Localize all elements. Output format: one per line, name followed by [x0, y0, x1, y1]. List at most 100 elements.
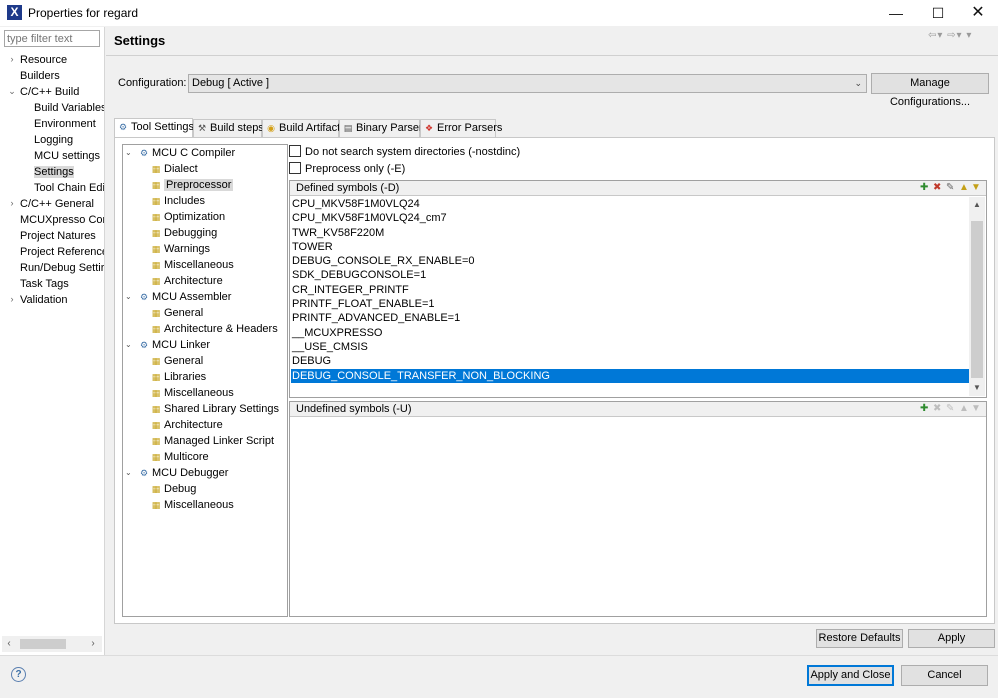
tab-build-artifact[interactable]: ◉ Build Artifact — [262, 119, 340, 137]
tree-item-label: MCU Assembler — [152, 291, 232, 303]
nostdinc-checkbox[interactable]: Do not search system directories (-nostd… — [289, 145, 520, 159]
checkbox-box[interactable] — [289, 162, 301, 174]
collapse-icon[interactable]: ⌄ — [125, 145, 132, 161]
nav-item-builders[interactable]: Builders — [20, 68, 104, 84]
maximize-button[interactable]: ☐ — [918, 0, 958, 26]
tree-item[interactable]: ▦ General — [151, 305, 203, 321]
nav-item-resource[interactable]: Resource — [20, 52, 104, 68]
tree-item[interactable]: ▦ Miscellaneous — [151, 497, 234, 513]
symbol-list-item[interactable]: CPU_MKV58F1M0VLQ24_cm7 — [291, 211, 969, 225]
chevron-down-icon[interactable]: ⌄ — [7, 86, 17, 97]
close-button[interactable]: ✕ — [958, 0, 998, 26]
scrollbar-thumb[interactable] — [20, 639, 66, 649]
defined-symbols-list[interactable]: CPU_MKV58F1M0VLQ24 CPU_MKV58F1M0VLQ24_cm7… — [291, 197, 969, 396]
error-icon: ❖ — [424, 123, 434, 133]
tree-item[interactable]: ▦ Debug — [151, 481, 197, 497]
nav-item-run-debug-settir[interactable]: Run/Debug Settir — [20, 260, 104, 276]
nav-item-task-tags[interactable]: Task Tags — [20, 276, 104, 292]
tree-item[interactable]: ▦ Miscellaneous — [151, 257, 234, 273]
restore-defaults-button[interactable]: Restore Defaults — [816, 629, 903, 648]
nav-horizontal-scrollbar[interactable]: ‹ › — [2, 636, 102, 652]
tree-item[interactable]: ▦ Architecture & Headers — [151, 321, 278, 337]
symbol-list-item[interactable]: CR_INTEGER_PRINTF — [291, 283, 969, 297]
chevron-right-icon[interactable]: › — [7, 198, 17, 208]
tree-item[interactable]: ▦ Managed Linker Script — [151, 433, 274, 449]
symbol-list-item[interactable]: DEBUG — [291, 354, 969, 368]
nav-item-c-c-build[interactable]: C/C++ Build — [20, 84, 104, 100]
add-icon[interactable]: ✚ — [920, 182, 928, 193]
configuration-select[interactable]: Debug [ Active ] ⌄ — [188, 74, 867, 93]
cancel-button[interactable]: Cancel — [901, 665, 988, 686]
filter-input[interactable] — [4, 30, 100, 47]
page-icon: ▦ — [151, 276, 161, 286]
help-icon[interactable]: ? — [11, 667, 26, 682]
tree-item[interactable]: ▦ General — [151, 353, 203, 369]
page-icon: ▦ — [151, 420, 161, 430]
tree-item[interactable]: ▦ Architecture — [151, 273, 223, 289]
scroll-down-icon[interactable]: ▼ — [969, 380, 985, 396]
page-title: Settings — [114, 33, 166, 48]
add-icon[interactable]: ✚ — [920, 403, 928, 414]
scroll-left-icon[interactable]: ‹ — [2, 636, 16, 652]
tree-item-preprocessor[interactable]: ▦ Preprocessor — [151, 177, 234, 193]
apply-and-close-button[interactable]: Apply and Close — [807, 665, 894, 686]
tree-item[interactable]: ▦ Miscellaneous — [151, 385, 234, 401]
nav-item-environment[interactable]: Environment — [34, 116, 104, 132]
chevron-right-icon[interactable]: › — [7, 294, 17, 304]
tree-item[interactable]: ▦ Libraries — [151, 369, 206, 385]
defined-symbols-scrollbar[interactable]: ▲ ▼ — [969, 197, 985, 396]
preprocess-only-checkbox[interactable]: Preprocess only (-E) — [289, 162, 405, 176]
symbol-list-item[interactable]: DEBUG_CONSOLE_RX_ENABLE=0 — [291, 254, 969, 268]
nav-item-project-reference[interactable]: Project Reference — [20, 244, 104, 260]
delete-icon[interactable]: ✖ — [933, 182, 941, 193]
tab-binary-parsers[interactable]: ▤ Binary Parsers — [339, 119, 428, 137]
symbol-list-item[interactable]: __USE_CMSIS — [291, 340, 969, 354]
nav-item-mcuxpresso-cor[interactable]: MCUXpresso Cor — [20, 212, 104, 228]
tree-item[interactable]: ▦ Optimization — [151, 209, 225, 225]
manage-configurations-button[interactable]: Manage Configurations... — [871, 73, 989, 108]
tree-item[interactable]: ▦ Includes — [151, 193, 205, 209]
nav-item-settings[interactable]: Settings — [34, 164, 104, 180]
symbol-list-item[interactable]: CPU_MKV58F1M0VLQ24 — [291, 197, 969, 211]
scroll-up-icon[interactable]: ▲ — [969, 197, 985, 213]
minimize-button[interactable]: — — [876, 0, 916, 26]
collapse-icon[interactable]: ⌄ — [125, 337, 132, 353]
nav-item-project-natures[interactable]: Project Natures — [20, 228, 104, 244]
move-down-icon[interactable]: ▼ — [971, 182, 981, 193]
undefined-symbols-list[interactable] — [291, 418, 985, 615]
history-nav-icons[interactable]: ⇦▾ ⇨▾ ▾ — [928, 30, 972, 41]
symbol-list-item[interactable]: SDK_DEBUGCONSOLE=1 — [291, 268, 969, 282]
nav-item-c-c-general[interactable]: C/C++ General — [20, 196, 104, 212]
symbol-list-item[interactable]: __MCUXPRESSO — [291, 326, 969, 340]
tab-error-parsers[interactable]: ❖ Error Parsers — [420, 119, 502, 137]
tree-item[interactable]: ▦ Multicore — [151, 449, 209, 465]
tree-item[interactable]: ▦ Debugging — [151, 225, 217, 241]
tab-tool-settings[interactable]: ⚙ Tool Settings — [114, 118, 194, 138]
symbol-list-item[interactable]: TWR_KV58F220M — [291, 226, 969, 240]
scroll-right-icon[interactable]: › — [86, 636, 100, 652]
nav-item-tool-chain-edi[interactable]: Tool Chain Edi — [34, 180, 104, 196]
apply-button[interactable]: Apply — [908, 629, 995, 648]
tree-item[interactable]: ▦ Dialect — [151, 161, 198, 177]
checkbox-box[interactable] — [289, 145, 301, 157]
tree-item[interactable]: ▦ Warnings — [151, 241, 210, 257]
symbol-list-item[interactable]: PRINTF_ADVANCED_ENABLE=1 — [291, 311, 969, 325]
page-icon: ▦ — [151, 260, 161, 270]
move-up-icon[interactable]: ▲ — [959, 182, 969, 193]
collapse-icon[interactable]: ⌄ — [125, 289, 132, 305]
tab-build-steps[interactable]: ⚒ Build steps — [193, 119, 264, 137]
nav-item-build-variables[interactable]: Build Variables — [34, 100, 104, 116]
tree-item[interactable]: ▦ Architecture — [151, 417, 223, 433]
symbol-list-item[interactable]: PRINTF_FLOAT_ENABLE=1 — [291, 297, 969, 311]
nav-item-mcu-settings[interactable]: MCU settings — [34, 148, 104, 164]
symbol-list-item[interactable]: DEBUG_CONSOLE_TRANSFER_NON_BLOCKING — [291, 368, 969, 383]
symbol-list-item[interactable]: TOWER — [291, 240, 969, 254]
nav-item-validation[interactable]: Validation — [20, 292, 104, 308]
scrollbar-thumb[interactable] — [971, 221, 983, 378]
page-icon: ▦ — [151, 196, 161, 206]
tree-item[interactable]: ▦ Shared Library Settings — [151, 401, 279, 417]
edit-icon[interactable]: ✎ — [946, 182, 954, 193]
collapse-icon[interactable]: ⌄ — [125, 465, 132, 481]
chevron-right-icon[interactable]: › — [7, 54, 17, 64]
nav-item-logging[interactable]: Logging — [34, 132, 104, 148]
